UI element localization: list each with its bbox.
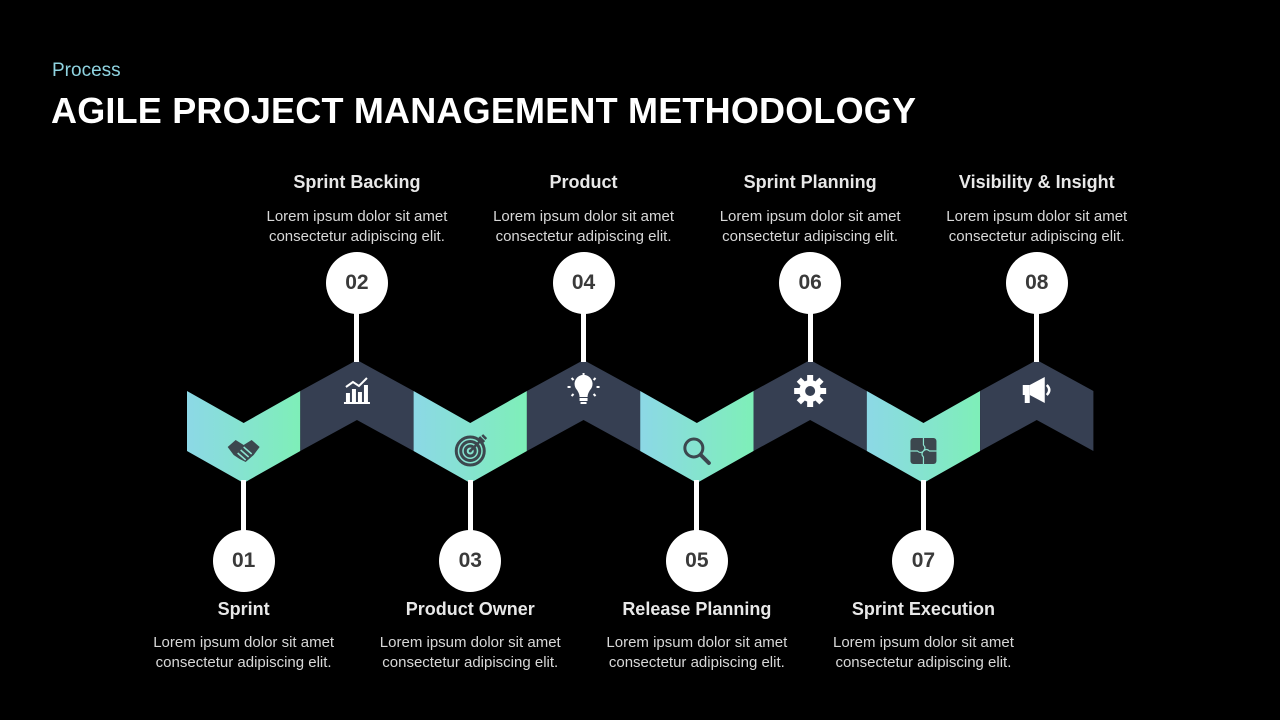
step-description-line-2: consectetur adipiscing elit. xyxy=(608,654,785,671)
step-description-line-1: Lorem ipsum dolor sit amet xyxy=(719,208,901,225)
step-number-badge: 05 xyxy=(665,530,728,592)
step-title: Sprint Execution xyxy=(851,599,995,619)
step-description: Lorem ipsum dolor sit amet consectetur ad… xyxy=(124,633,364,673)
step-description-line-1: Lorem ipsum dolor sit amet xyxy=(946,208,1128,225)
step-number-badge: 07 xyxy=(892,530,955,592)
step-number-badge: 01 xyxy=(212,530,275,592)
step-number-badge: 04 xyxy=(552,252,615,314)
band-segment-02 xyxy=(300,360,414,451)
puzzle-icon xyxy=(910,438,937,464)
band-segment-08 xyxy=(980,360,1094,451)
step-description-line-1: Lorem ipsum dolor sit amet xyxy=(153,634,335,651)
step-description: Lorem ipsum dolor sit amet consectetur ad… xyxy=(690,207,930,247)
step-description-line-2: consectetur adipiscing elit. xyxy=(835,654,1012,671)
step-description: Lorem ipsum dolor sit amet consectetur ad… xyxy=(803,633,1043,673)
step-title: Sprint Planning xyxy=(743,172,877,192)
step-description-line-1: Lorem ipsum dolor sit amet xyxy=(493,208,674,225)
step-number-badge: 08 xyxy=(1005,252,1068,314)
step-description-line-2: consectetur adipiscing elit. xyxy=(155,654,332,671)
band-segment-05 xyxy=(640,391,754,483)
step-description-line-2: consectetur adipiscing elit. xyxy=(948,228,1125,245)
step-description: Lorem ipsum dolor sit amet consectetur ad… xyxy=(350,633,590,673)
step-number-badge: 03 xyxy=(439,530,502,592)
step-description-line-1: Lorem ipsum dolor sit amet xyxy=(606,634,788,651)
step-description-line-1: Lorem ipsum dolor sit amet xyxy=(379,634,561,651)
step-description: Lorem ipsum dolor sit amet consectetur ad… xyxy=(464,207,704,247)
band-segment-07 xyxy=(866,391,981,483)
step-title: Visibility & Insight xyxy=(958,172,1115,192)
step-description-line-1: Lorem ipsum dolor sit amet xyxy=(266,208,448,225)
step-description: Lorem ipsum dolor sit amet consectetur ad… xyxy=(237,207,477,247)
step-number-badge: 06 xyxy=(779,252,842,314)
step-number-badge: 02 xyxy=(325,252,388,314)
step-description-line-2: consectetur adipiscing elit. xyxy=(382,654,559,671)
step-title: Product Owner xyxy=(405,599,535,619)
step-description: Lorem ipsum dolor sit amet consectetur ad… xyxy=(577,633,817,673)
step-title: Sprint xyxy=(217,599,270,619)
gear-icon xyxy=(794,375,827,407)
step-title: Release Planning xyxy=(622,599,772,619)
step-description-line-1: Lorem ipsum dolor sit amet xyxy=(832,634,1014,651)
step-description-line-2: consectetur adipiscing elit. xyxy=(722,228,899,245)
step-description-line-2: consectetur adipiscing elit. xyxy=(495,228,672,245)
band-segment-01 xyxy=(187,391,301,483)
step-title: Sprint Backing xyxy=(293,172,421,192)
step-title: Product xyxy=(549,172,618,192)
step-description-line-2: consectetur adipiscing elit. xyxy=(268,228,445,245)
step-description: Lorem ipsum dolor sit amet consectetur ad… xyxy=(917,207,1157,247)
